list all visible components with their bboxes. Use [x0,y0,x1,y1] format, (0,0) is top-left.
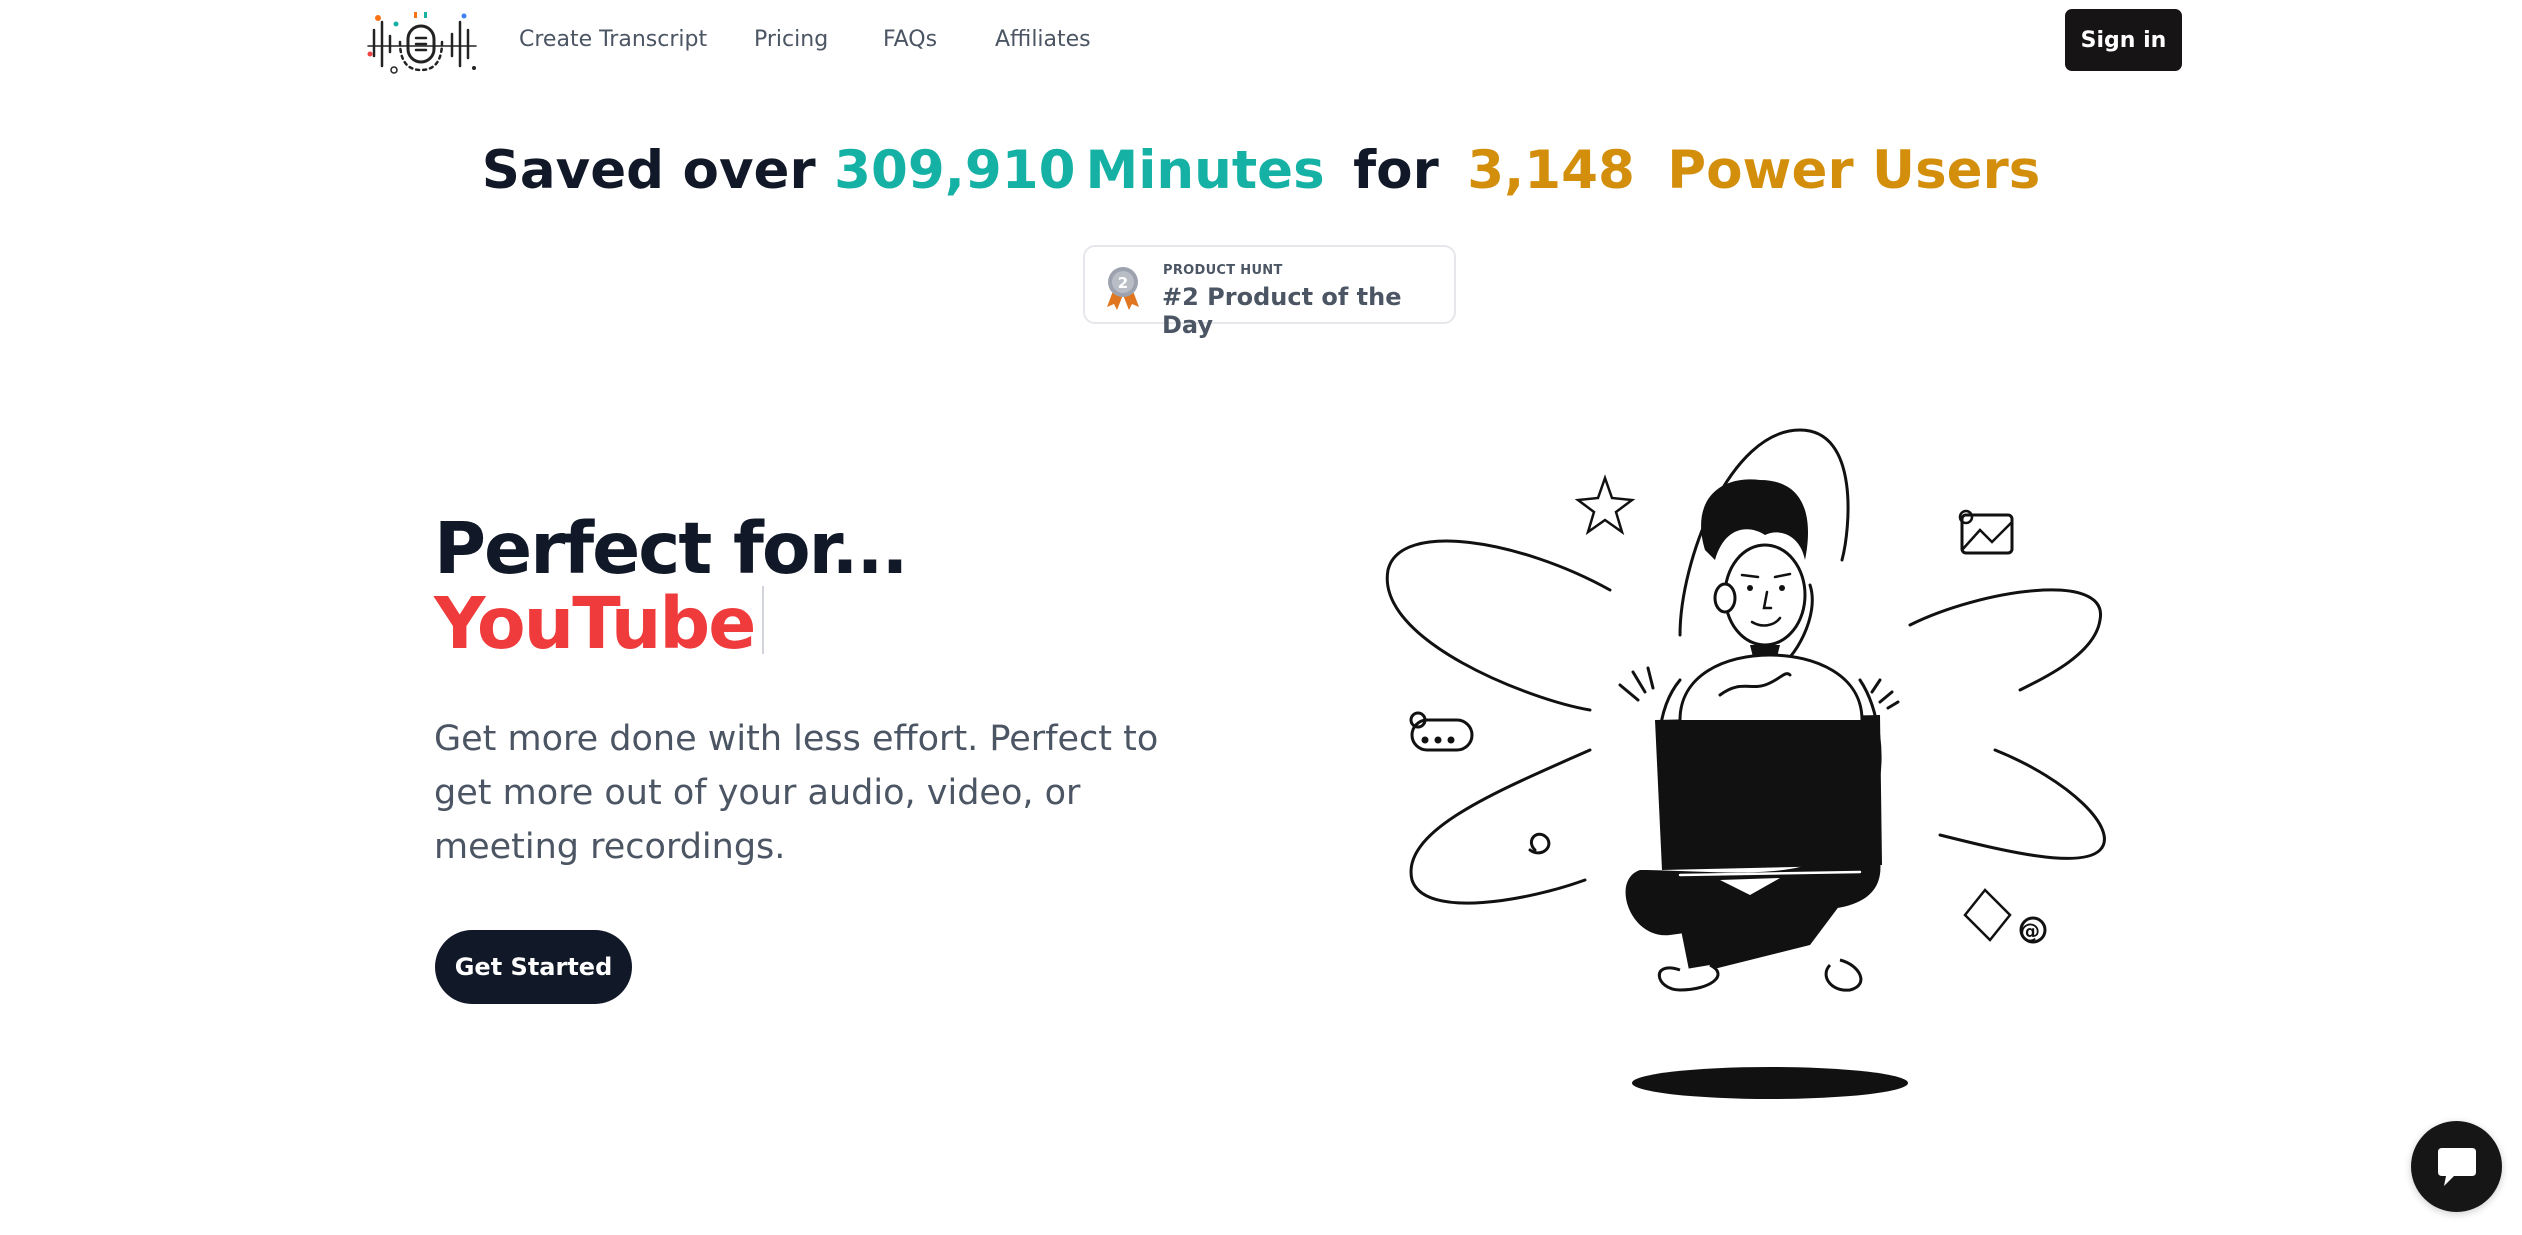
svg-text:@: @ [2020,919,2040,943]
person-with-laptop-illustration: @ [1385,428,2106,1099]
hero-heading: Perfect for... YouTube [434,507,908,661]
hero-description: Get more done with less effort. Perfect … [434,719,1159,867]
users-label: Power Users [1667,140,2041,201]
site-logo[interactable] [366,8,478,78]
product-hunt-badge[interactable]: 2 PRODUCT HUNT #2 Product of the Day [1083,245,1456,339]
nav-link-affiliates[interactable]: Affiliates [995,27,1091,52]
nav-link-create-transcript[interactable]: Create Transcript [519,27,707,52]
sign-in-button[interactable]: Sign in [2065,9,2182,71]
badge-eyebrow: PRODUCT HUNT [1163,263,1283,278]
medal-number: 2 [1118,274,1128,292]
nav-link-pricing[interactable]: Pricing [754,27,828,52]
stats-connector: for [1353,140,1439,201]
medal-icon: 2 [1107,267,1139,310]
hero-rotating-word: YouTube [434,582,756,665]
chat-bubble-icon [2437,1147,2476,1186]
stats-prefix: Saved over [481,140,816,201]
minutes-count: 309,910 [834,140,1076,201]
users-count: 3,148 [1467,140,1635,201]
nav-link-faqs[interactable]: FAQs [883,27,937,52]
badge-title: #2 Product of the Day [1162,283,1402,339]
stats-headline: Saved over 309,910 Minutes for 3,148 Powe… [0,140,2522,201]
hero-heading-text: Perfect for... [434,507,908,590]
get-started-button[interactable]: Get Started [435,930,632,1004]
chat-widget-button[interactable] [2411,1121,2502,1212]
typing-caret [762,586,765,654]
minutes-label: Minutes [1085,140,1325,201]
